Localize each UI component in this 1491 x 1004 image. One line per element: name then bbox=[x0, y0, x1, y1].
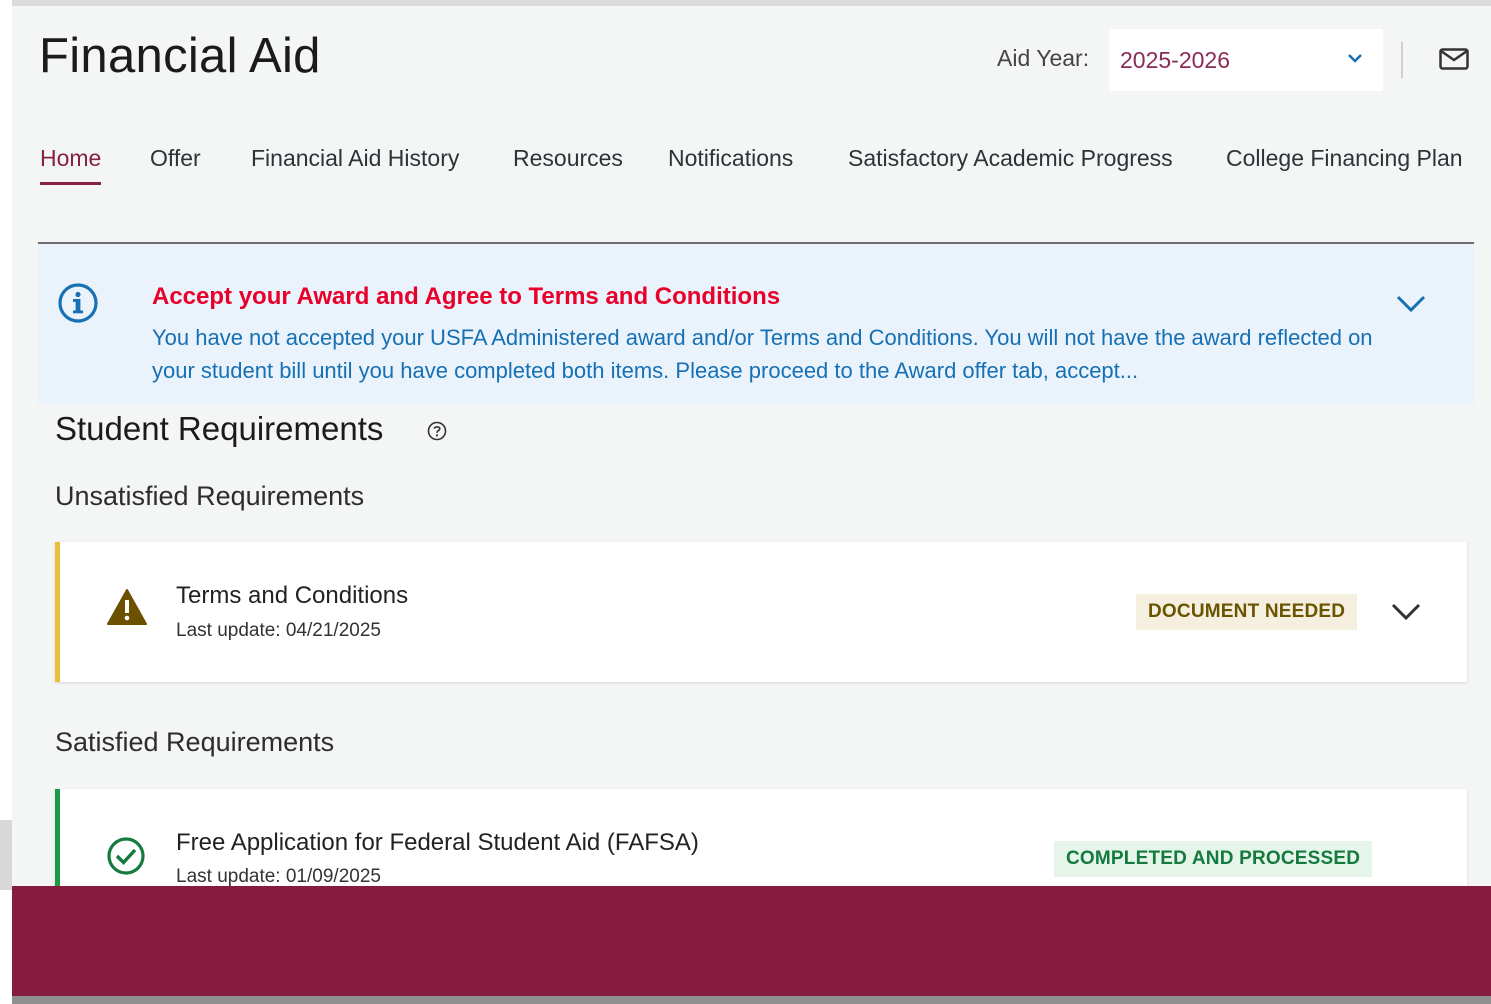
satisfied-requirements-heading: Satisfied Requirements bbox=[55, 727, 335, 757]
chevron-down-icon[interactable] bbox=[1395, 294, 1427, 314]
status-badge: DOCUMENT NEEDED bbox=[1136, 594, 1358, 630]
divider bbox=[1401, 42, 1403, 78]
chevron-down-icon[interactable] bbox=[1390, 602, 1422, 622]
requirement-card[interactable]: Free Application for Federal Student Aid… bbox=[55, 789, 1467, 886]
status-badge: COMPLETED AND PROCESSED bbox=[1054, 841, 1373, 877]
footer-banner bbox=[12, 886, 1491, 996]
requirement-last-update: Last update: 01/09/2025 bbox=[176, 866, 381, 886]
tab-financial-aid-history[interactable]: Financial Aid History bbox=[251, 145, 459, 182]
tab-college-financing-plan[interactable]: College Financing Plan bbox=[1226, 145, 1463, 182]
footer-border bbox=[12, 996, 1491, 1004]
unsatisfied-requirements-heading: Unsatisfied Requirements bbox=[55, 481, 365, 511]
background-decoration bbox=[0, 820, 12, 890]
warning-icon bbox=[107, 589, 147, 625]
alert-title: Accept your Award and Agree to Terms and… bbox=[152, 283, 781, 310]
tab-offer[interactable]: Offer bbox=[150, 145, 201, 182]
financial-aid-page: Financial Aid Aid Year: 2025-2026 Home O… bbox=[12, 6, 1491, 886]
alert-message: You have not accepted your USFA Administ… bbox=[152, 325, 1373, 383]
tab-resources[interactable]: Resources bbox=[513, 145, 623, 182]
tab-satisfactory-academic-progress[interactable]: Satisfactory Academic Progress bbox=[848, 145, 1173, 182]
help-icon[interactable] bbox=[427, 421, 447, 441]
aid-year-value: 2025-2026 bbox=[1120, 46, 1230, 73]
mail-icon[interactable] bbox=[1439, 48, 1469, 70]
requirement-last-update: Last update: 04/21/2025 bbox=[176, 620, 381, 641]
requirement-name: Free Application for Federal Student Aid… bbox=[176, 829, 699, 856]
requirement-name: Terms and Conditions bbox=[176, 582, 409, 609]
tab-home[interactable]: Home bbox=[40, 145, 102, 185]
info-icon bbox=[58, 283, 98, 323]
page-title: Financial Aid bbox=[39, 29, 321, 83]
aid-year-select[interactable]: 2025-2026 bbox=[1109, 29, 1383, 91]
tab-notifications[interactable]: Notifications bbox=[668, 145, 793, 182]
check-circle-icon bbox=[107, 837, 145, 875]
student-requirements-heading: Student Requirements bbox=[55, 410, 384, 447]
requirement-card[interactable]: Terms and Conditions Last update: 04/21/… bbox=[55, 542, 1467, 682]
aid-year-label: Aid Year: bbox=[997, 45, 1090, 71]
chevron-down-icon bbox=[1348, 54, 1362, 63]
